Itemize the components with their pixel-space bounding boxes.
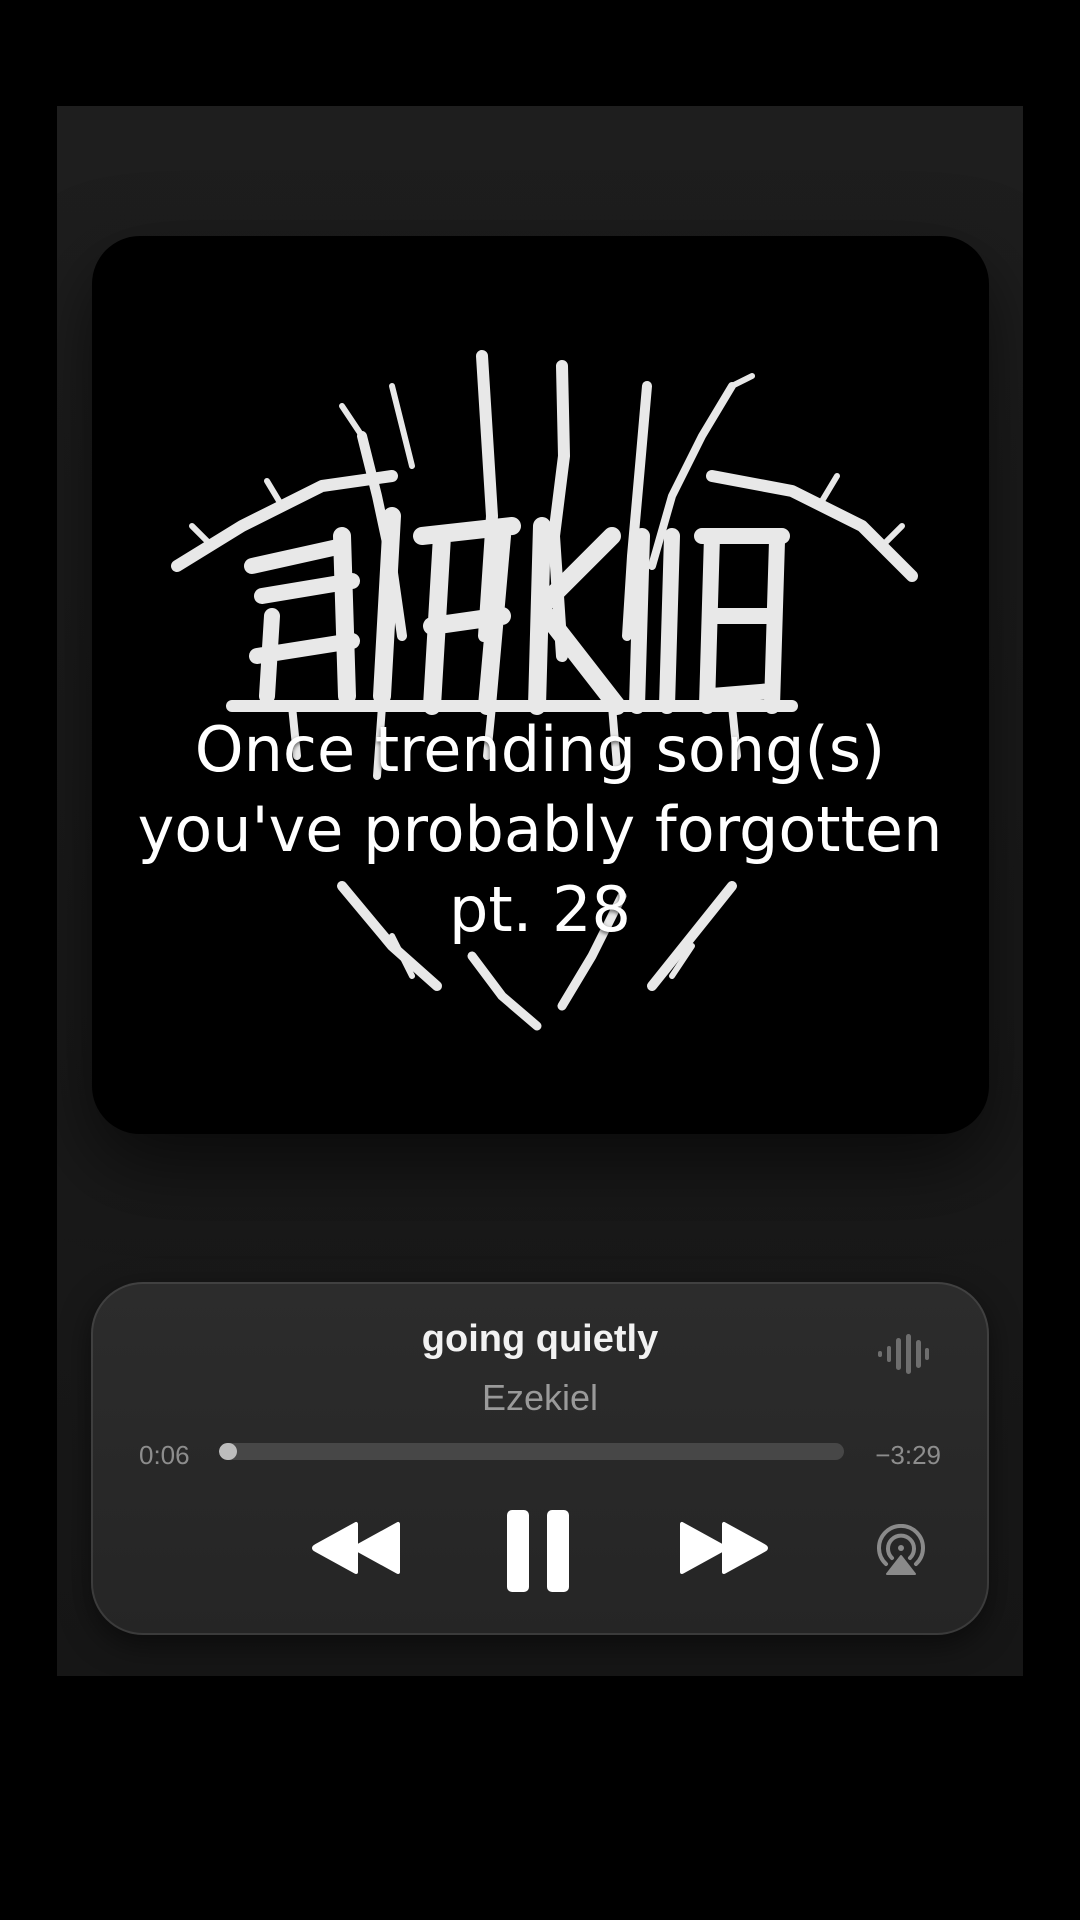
fast-forward-button[interactable] xyxy=(678,1520,768,1576)
caption-line-2: you've probably forgotten xyxy=(137,793,943,866)
time-elapsed: 0:06 xyxy=(139,1440,190,1470)
airplay-button[interactable] xyxy=(874,1524,928,1578)
pause-icon xyxy=(507,1510,569,1592)
rewind-button[interactable] xyxy=(312,1520,402,1576)
time-remaining: −3:29 xyxy=(875,1440,941,1470)
now-playing-widget: going quietly Ezekiel 0:06 −3:29 xyxy=(91,1282,989,1635)
fast-forward-icon xyxy=(680,1522,768,1574)
airplay-icon xyxy=(877,1524,925,1575)
rewind-icon xyxy=(312,1522,400,1574)
progress-bar[interactable] xyxy=(219,1443,844,1460)
album-artwork xyxy=(92,236,989,1134)
pause-button[interactable] xyxy=(507,1510,569,1592)
progress-fill xyxy=(219,1443,238,1460)
caption-line-3: pt. 28 xyxy=(449,873,631,946)
caption-line-1: Once trending song(s) xyxy=(194,713,886,786)
track-artist[interactable]: Ezekiel xyxy=(91,1377,989,1419)
track-title[interactable]: going quietly xyxy=(91,1318,989,1361)
waveform-icon xyxy=(878,1334,929,1374)
overlay-caption: Once trending song(s) you've probably fo… xyxy=(0,710,1080,950)
metal-logo-artwork xyxy=(171,350,918,1031)
